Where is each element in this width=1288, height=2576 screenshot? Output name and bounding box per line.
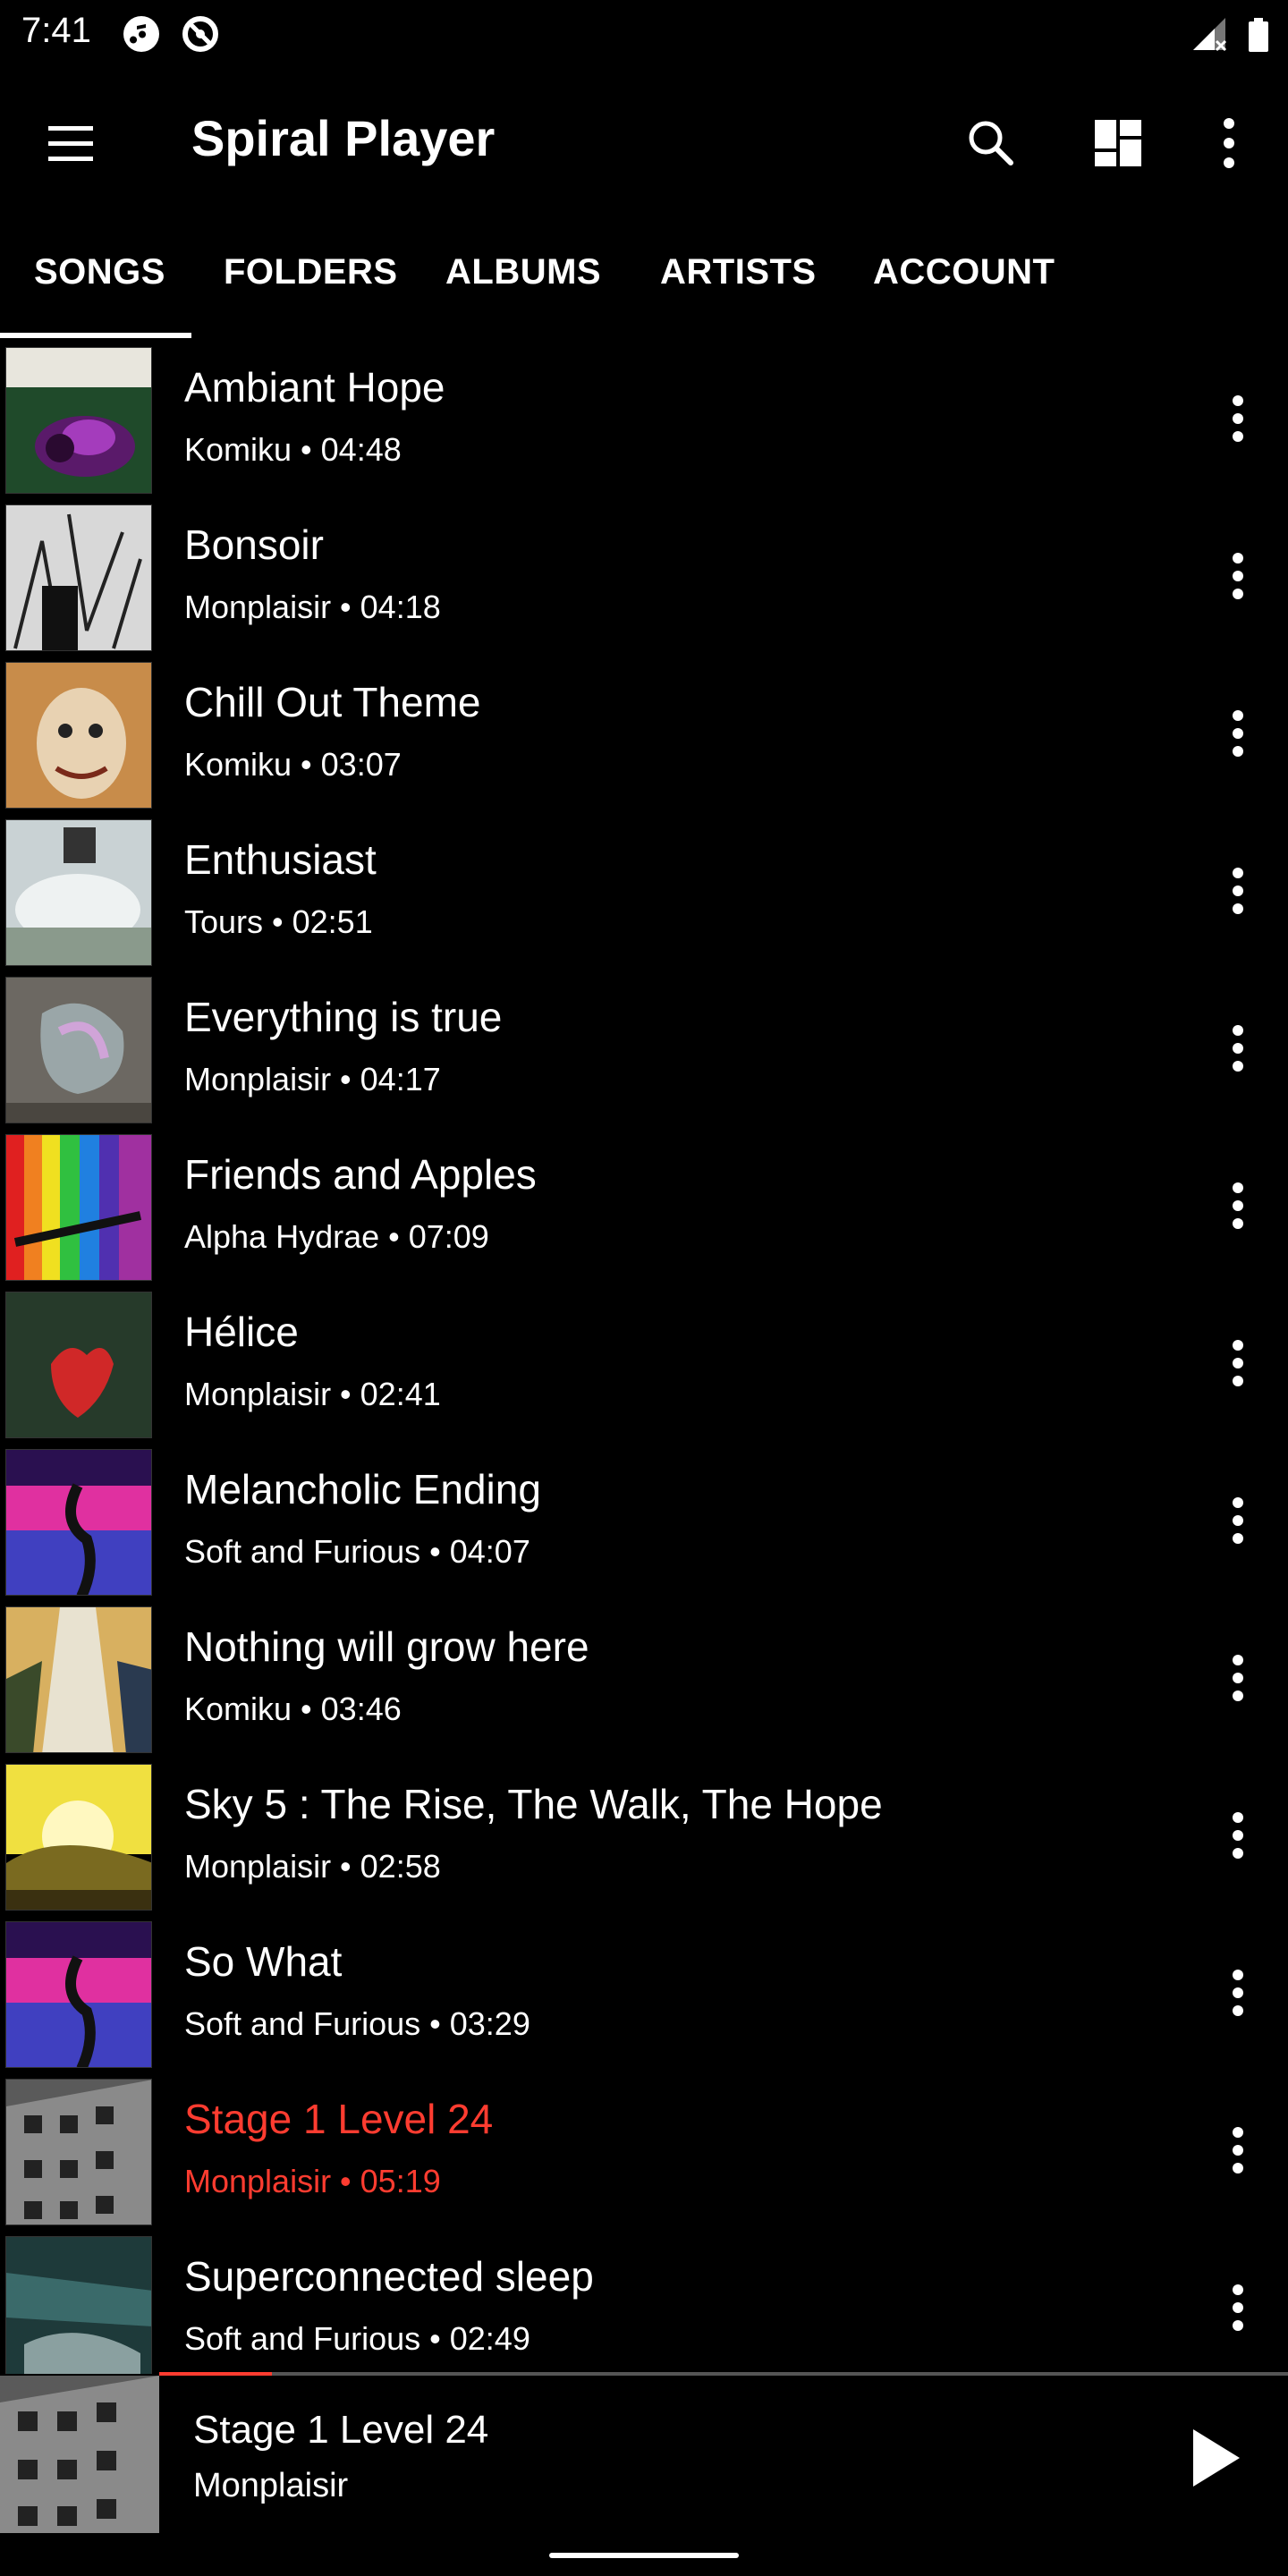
song-subtitle: Komiku • 03:46 <box>184 1690 402 1727</box>
dashboard-icon[interactable] <box>1082 107 1154 179</box>
song-subtitle: Monplaisir • 05:19 <box>184 2163 441 2199</box>
signal-icon <box>1193 18 1227 52</box>
more-vert-icon[interactable] <box>1213 698 1263 769</box>
song-subtitle: Soft and Furious • 04:07 <box>184 1533 530 1570</box>
more-vert-icon[interactable] <box>1213 1170 1263 1241</box>
tab-account[interactable]: ACCOUNT <box>873 252 1055 292</box>
now-playing-album-art <box>0 2376 159 2533</box>
song-row-playing[interactable]: Stage 1 Level 24 Monplaisir • 05:19 <box>0 2075 1288 2233</box>
album-art <box>5 662 152 809</box>
more-vert-icon[interactable] <box>1213 2272 1263 2343</box>
song-title: Chill Out Theme <box>184 679 481 725</box>
song-title: Stage 1 Level 24 <box>184 2096 494 2142</box>
song-subtitle: Alpha Hydrae • 07:09 <box>184 1218 489 1255</box>
more-vert-icon[interactable] <box>1193 107 1265 179</box>
song-title: Enthusiast <box>184 836 377 883</box>
song-title: Ambiant Hope <box>184 364 445 411</box>
song-title: Melancholic Ending <box>184 1466 541 1513</box>
song-title: So What <box>184 1938 343 1985</box>
page-title: Spiral Player <box>191 110 496 166</box>
tab-artists[interactable]: ARTISTS <box>660 252 817 292</box>
tab-songs[interactable]: SONGS <box>34 252 165 292</box>
song-row[interactable]: Ambiant Hope Komiku • 04:48 <box>0 343 1288 501</box>
more-vert-icon[interactable] <box>1213 1327 1263 1399</box>
song-subtitle: Monplaisir • 04:18 <box>184 589 441 625</box>
album-art <box>5 2236 152 2374</box>
home-indicator[interactable] <box>549 2553 739 2558</box>
song-title: Superconnected sleep <box>184 2253 594 2300</box>
song-subtitle: Tours • 02:51 <box>184 903 373 940</box>
album-art <box>5 1449 152 1596</box>
play-icon[interactable] <box>1181 2422 1249 2494</box>
song-subtitle: Monplaisir • 04:17 <box>184 1061 441 1097</box>
album-art <box>5 1921 152 2068</box>
song-subtitle: Monplaisir • 02:41 <box>184 1376 441 1412</box>
search-icon[interactable] <box>955 107 1027 179</box>
album-art <box>5 819 152 966</box>
status-time: 7:41 <box>21 11 91 50</box>
album-art <box>5 977 152 1123</box>
now-playing-title: Stage 1 Level 24 <box>193 2408 489 2452</box>
more-vert-icon[interactable] <box>1213 1957 1263 2029</box>
album-art <box>5 1292 152 1438</box>
album-art <box>5 1606 152 1753</box>
album-art <box>5 1134 152 1281</box>
song-title: Everything is true <box>184 994 503 1040</box>
song-subtitle: Soft and Furious • 03:29 <box>184 2005 530 2042</box>
song-title: Bonsoir <box>184 521 324 568</box>
album-art <box>5 1764 152 1911</box>
battery-icon <box>1249 18 1268 52</box>
more-vert-icon[interactable] <box>1213 1485 1263 1556</box>
song-row[interactable]: Friends and Apples Alpha Hydrae • 07:09 <box>0 1131 1288 1288</box>
tab-albums[interactable]: ALBUMS <box>445 252 601 292</box>
song-subtitle: Soft and Furious • 02:49 <box>184 2320 530 2357</box>
song-row[interactable]: Everything is true Monplaisir • 04:17 <box>0 973 1288 1131</box>
song-subtitle: Monplaisir • 02:58 <box>184 1848 441 1885</box>
song-title: Hélice <box>184 1309 299 1355</box>
status-bar: 7:41 <box>0 0 1288 68</box>
tab-bar: SONGS FOLDERS ALBUMS ARTISTS ACCOUNT <box>0 211 1288 340</box>
song-row[interactable]: Enthusiast Tours • 02:51 <box>0 816 1288 973</box>
no-disturb-icon <box>182 16 218 52</box>
more-vert-icon[interactable] <box>1213 855 1263 927</box>
menu-icon[interactable] <box>39 113 102 175</box>
tab-indicator <box>0 333 191 338</box>
song-list: Ambiant Hope Komiku • 04:48 Bonsoir Monp… <box>0 343 1288 2374</box>
song-subtitle: Komiku • 03:07 <box>184 746 402 783</box>
song-title: Sky 5 : The Rise, The Walk, The Hope <box>184 1781 883 1827</box>
more-vert-icon[interactable] <box>1213 1013 1263 1084</box>
tab-folders[interactable]: FOLDERS <box>224 252 398 292</box>
now-playing-artist: Monplaisir <box>193 2467 349 2504</box>
album-art <box>5 347 152 494</box>
song-title: Nothing will grow here <box>184 1623 589 1670</box>
more-vert-icon[interactable] <box>1213 1800 1263 1871</box>
album-art <box>5 2079 152 2225</box>
song-row[interactable]: Sky 5 : The Rise, The Walk, The Hope Mon… <box>0 1760 1288 1918</box>
song-row[interactable]: Melancholic Ending Soft and Furious • 04… <box>0 1445 1288 1603</box>
now-playing-bar[interactable]: Stage 1 Level 24 Monplaisir <box>0 2376 1288 2533</box>
app-bar: Spiral Player <box>0 68 1288 211</box>
more-vert-icon[interactable] <box>1213 2114 1263 2186</box>
song-title: Friends and Apples <box>184 1151 537 1198</box>
song-subtitle: Komiku • 04:48 <box>184 431 402 468</box>
more-vert-icon[interactable] <box>1213 383 1263 454</box>
song-row[interactable]: Superconnected sleep Soft and Furious • … <box>0 2233 1288 2374</box>
song-row[interactable]: Bonsoir Monplaisir • 04:18 <box>0 501 1288 658</box>
song-row[interactable]: Chill Out Theme Komiku • 03:07 <box>0 658 1288 816</box>
song-row[interactable]: Hélice Monplaisir • 02:41 <box>0 1288 1288 1445</box>
song-row[interactable]: So What Soft and Furious • 03:29 <box>0 1918 1288 2075</box>
album-art <box>5 504 152 651</box>
more-vert-icon[interactable] <box>1213 1642 1263 1714</box>
more-vert-icon[interactable] <box>1213 540 1263 612</box>
song-row[interactable]: Nothing will grow here Komiku • 03:46 <box>0 1603 1288 1760</box>
music-note-icon <box>123 16 159 52</box>
